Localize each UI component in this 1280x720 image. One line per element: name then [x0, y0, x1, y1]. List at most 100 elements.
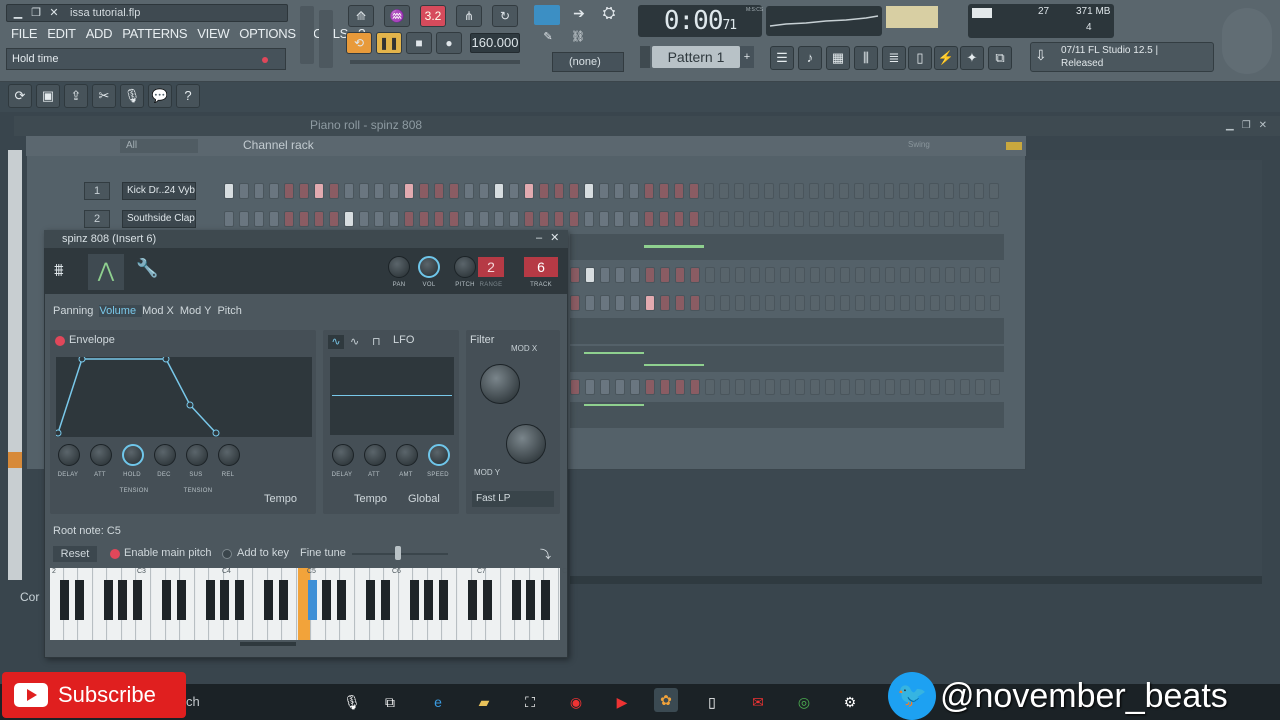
- step-button[interactable]: [479, 183, 489, 199]
- step-button[interactable]: [284, 211, 294, 227]
- step-button[interactable]: [584, 211, 594, 227]
- step-button[interactable]: [509, 211, 519, 227]
- step-button[interactable]: [359, 211, 369, 227]
- step-button[interactable]: [705, 267, 715, 283]
- step-button[interactable]: [629, 183, 639, 199]
- knob-att[interactable]: [364, 444, 386, 466]
- blend-notes-icon[interactable]: ↻: [492, 5, 518, 27]
- pen-icon[interactable]: ✎: [536, 30, 560, 50]
- step-button[interactable]: [720, 267, 730, 283]
- loop-mode-icon[interactable]: ⟲: [346, 32, 372, 54]
- step-button[interactable]: [374, 211, 384, 227]
- step-button[interactable]: [269, 183, 279, 199]
- step-button[interactable]: [734, 211, 744, 227]
- step-button[interactable]: [959, 211, 969, 227]
- step-button[interactable]: [825, 295, 835, 311]
- tab-pitch[interactable]: Pitch: [217, 305, 247, 317]
- tab-volume[interactable]: Volume: [99, 305, 143, 317]
- black-key[interactable]: [482, 580, 492, 620]
- step-button[interactable]: [974, 211, 984, 227]
- black-key[interactable]: [526, 580, 536, 620]
- piano-keyboard[interactable]: [50, 568, 560, 640]
- step-button[interactable]: [675, 379, 685, 395]
- step-button[interactable]: [569, 183, 579, 199]
- step-button[interactable]: [584, 183, 594, 199]
- step-button[interactable]: [749, 183, 759, 199]
- black-key[interactable]: [337, 580, 346, 620]
- restore-icon[interactable]: ❐: [28, 5, 44, 21]
- record-app-icon[interactable]: ◉: [564, 690, 588, 714]
- step-button[interactable]: [870, 379, 880, 395]
- step-button[interactable]: [899, 211, 909, 227]
- step-button[interactable]: [645, 267, 655, 283]
- step-button[interactable]: [570, 267, 580, 283]
- step-button[interactable]: [975, 379, 985, 395]
- step-button[interactable]: [975, 267, 985, 283]
- step-button[interactable]: [735, 295, 745, 311]
- step-button[interactable]: [840, 379, 850, 395]
- pattern-prev-icon[interactable]: [640, 46, 650, 68]
- step-button[interactable]: [630, 295, 640, 311]
- task-view-icon[interactable]: ⧉: [378, 690, 402, 714]
- step-button[interactable]: [989, 211, 999, 227]
- step-button[interactable]: [644, 183, 654, 199]
- step-button[interactable]: [585, 267, 595, 283]
- reset-button[interactable]: Reset: [53, 546, 97, 562]
- step-button[interactable]: [630, 379, 640, 395]
- black-key[interactable]: [380, 580, 390, 620]
- step-button[interactable]: [690, 267, 700, 283]
- channel-2-number[interactable]: 2: [84, 210, 110, 228]
- step-button[interactable]: [600, 379, 610, 395]
- menu-add[interactable]: ADD: [81, 24, 118, 44]
- waveform-tab-icon[interactable]: ⩩: [54, 260, 64, 281]
- step-button[interactable]: [585, 379, 595, 395]
- step-button[interactable]: [899, 183, 909, 199]
- knob-amt[interactable]: [396, 444, 418, 466]
- step-button[interactable]: [945, 267, 955, 283]
- step-button[interactable]: [389, 183, 399, 199]
- step-button[interactable]: [959, 183, 969, 199]
- microphone-taskbar-icon[interactable]: 🎙: [340, 690, 364, 714]
- step-button[interactable]: [929, 183, 939, 199]
- plugin-title[interactable]: spinz 808 (Insert 6): [44, 230, 568, 248]
- step-button[interactable]: [915, 379, 925, 395]
- step-button[interactable]: [239, 211, 249, 227]
- stop-button[interactable]: ■: [406, 32, 432, 54]
- menu-patterns[interactable]: PATTERNS: [117, 24, 192, 44]
- step-button[interactable]: [329, 183, 339, 199]
- step-button[interactable]: [659, 183, 669, 199]
- step-button[interactable]: [690, 379, 700, 395]
- step-button[interactable]: [599, 211, 609, 227]
- help-icon[interactable]: ?: [176, 84, 200, 108]
- step-button[interactable]: [990, 379, 1000, 395]
- fine-tune-handle[interactable]: [395, 546, 401, 560]
- step-button[interactable]: [464, 211, 474, 227]
- step-button[interactable]: [885, 267, 895, 283]
- minimize-icon[interactable]: ▁: [10, 5, 26, 21]
- channel-filter[interactable]: All: [120, 139, 198, 153]
- black-key[interactable]: [205, 580, 215, 620]
- edge-icon[interactable]: e: [426, 690, 450, 714]
- step-button[interactable]: [929, 211, 939, 227]
- step-button[interactable]: [374, 183, 384, 199]
- add-to-key-toggle[interactable]: [222, 549, 232, 559]
- record-button[interactable]: ●: [436, 32, 462, 54]
- knob-speed[interactable]: [428, 444, 450, 466]
- step-button[interactable]: [945, 379, 955, 395]
- step-button[interactable]: [839, 183, 849, 199]
- black-key[interactable]: [162, 580, 171, 620]
- step-button[interactable]: [749, 211, 759, 227]
- snap-value[interactable]: 3.2: [420, 5, 446, 27]
- explorer-icon[interactable]: ▰: [472, 690, 496, 714]
- filter-type-select[interactable]: Fast LP: [472, 491, 554, 507]
- news-panel[interactable]: ⇩ 07/11 FL Studio 12.5 | Released: [1030, 42, 1214, 72]
- step-button[interactable]: [674, 183, 684, 199]
- menu-options[interactable]: OPTIONS: [234, 24, 300, 44]
- step-button[interactable]: [764, 183, 774, 199]
- black-key[interactable]: [264, 580, 273, 620]
- menu-edit[interactable]: EDIT: [42, 24, 80, 44]
- black-key[interactable]: [322, 580, 332, 620]
- step-button[interactable]: [569, 211, 579, 227]
- step-button[interactable]: [284, 183, 294, 199]
- step-button[interactable]: [674, 211, 684, 227]
